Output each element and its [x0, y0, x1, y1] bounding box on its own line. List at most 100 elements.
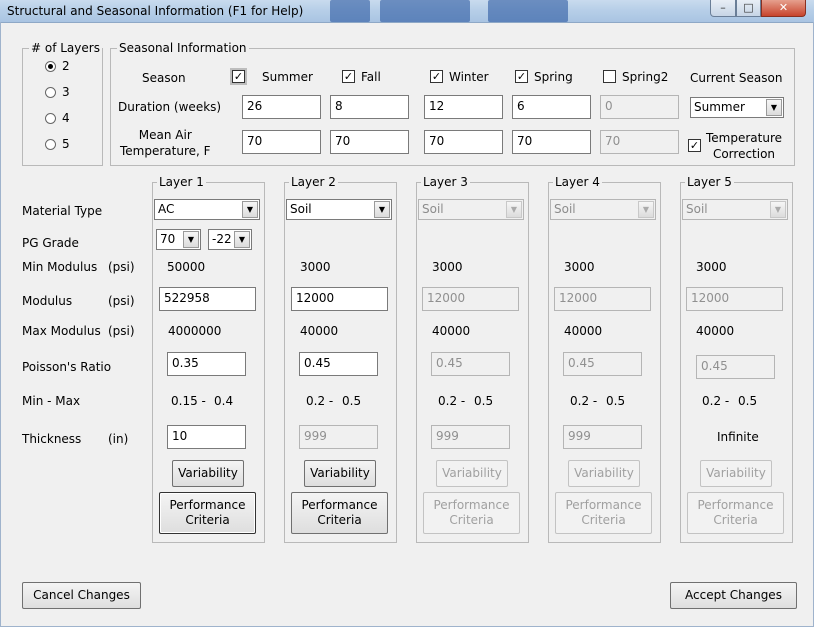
titlebar-decoration — [488, 0, 568, 22]
layer-1-variability-button[interactable]: Variability — [172, 460, 244, 487]
cancel-changes-button[interactable]: Cancel Changes — [22, 582, 141, 609]
layer-1-modulus-input[interactable]: 522958 — [159, 287, 256, 311]
layer-1-performance-criteria-button[interactable]: Performance Criteria — [159, 492, 256, 534]
layer-5-min-modulus: 3000 — [696, 260, 727, 274]
summer-checkbox[interactable]: ✓ — [232, 70, 245, 83]
thickness-label: Thickness — [22, 432, 82, 446]
modulus-unit: (psi) — [108, 294, 135, 308]
temp-correction-checkbox[interactable]: ✓ — [688, 139, 701, 152]
layer-2-material-select[interactable]: Soil ▼ — [286, 199, 392, 220]
layer-5-variability-button: Variability — [700, 460, 772, 487]
layer-2-performance-label: Performance Criteria — [301, 498, 378, 527]
winter-temperature-input[interactable]: 70 — [424, 130, 503, 154]
layer-2-max-value: 0.5 — [342, 394, 362, 408]
layer-1-thickness-input[interactable]: 10 — [167, 425, 246, 449]
layer-1-min-value: 0.15 - — [171, 394, 206, 408]
spring2-checkbox[interactable] — [603, 70, 616, 83]
layers-count-option-label: 3 — [62, 85, 70, 99]
layer-4-modulus-input: 12000 — [554, 287, 651, 311]
layer-1-legend: Layer 1 — [157, 175, 206, 189]
layer-5-thickness-value: Infinite — [717, 430, 759, 444]
chevron-down-icon: ▼ — [766, 99, 782, 116]
chevron-down-icon: ▼ — [242, 201, 258, 218]
layer-1-min-modulus: 50000 — [167, 260, 206, 274]
summer-label: Summer — [262, 70, 313, 84]
layer-5-material-select: Soil ▼ — [682, 199, 788, 220]
layers-count-radio-3[interactable] — [45, 87, 56, 98]
layer-4-legend: Layer 4 — [553, 175, 602, 189]
layer-5-min-value: 0.2 - — [702, 394, 730, 408]
layer-2-max-modulus: 40000 — [300, 324, 339, 338]
layer-3-material-value: Soil — [422, 202, 444, 216]
poisson-label: Poisson's Ratio — [22, 360, 112, 374]
layer-1-material-select[interactable]: AC ▼ — [154, 199, 260, 220]
layers-count-radio-5[interactable] — [45, 139, 56, 150]
layers-count-option-label: 2 — [62, 59, 70, 73]
layer-1-material-value: AC — [158, 202, 175, 216]
layer-3-max-modulus: 40000 — [432, 324, 471, 338]
max-modulus-unit: (psi) — [108, 324, 135, 338]
title-bar[interactable]: Structural and Seasonal Information (F1 … — [0, 0, 814, 23]
layer-4-material-value: Soil — [554, 202, 576, 216]
layer-5-material-value: Soil — [686, 202, 708, 216]
layer-2-variability-button[interactable]: Variability — [304, 460, 376, 487]
layer-1-max-value: 0.4 — [214, 394, 234, 408]
fall-temperature-input[interactable]: 70 — [330, 130, 409, 154]
layer-2-performance-criteria-button[interactable]: Performance Criteria — [291, 492, 388, 534]
spring-checkbox[interactable]: ✓ — [515, 70, 528, 83]
chevron-down-icon: ▼ — [506, 201, 522, 218]
temp-correction-label: Temperature Correction — [706, 131, 783, 161]
fall-checkbox[interactable]: ✓ — [342, 70, 355, 83]
mean-air-temp-label: Mean Air Temperature, F — [120, 128, 211, 158]
spring2-duration-input: 0 — [600, 95, 679, 119]
layers-count-radio-2[interactable] — [45, 61, 56, 72]
accept-changes-button[interactable]: Accept Changes — [670, 582, 797, 609]
min-modulus-unit: (psi) — [108, 260, 135, 274]
layer-1-performance-label: Performance Criteria — [169, 498, 246, 527]
layers-count-option-label: 4 — [62, 111, 70, 125]
layer-5-max-value: 0.5 — [738, 394, 758, 408]
fall-duration-input[interactable]: 8 — [330, 95, 409, 119]
season-label: Season — [142, 71, 186, 85]
layer-4-variability-button: Variability — [568, 460, 640, 487]
seasonal-info-legend: Seasonal Information — [117, 41, 249, 55]
layer-3-material-select: Soil ▼ — [418, 199, 524, 220]
chevron-down-icon: ▼ — [638, 201, 654, 218]
layer-3-thickness-input: 999 — [431, 425, 510, 449]
layer-1-poisson-input[interactable]: 0.35 — [167, 352, 246, 376]
summer-duration-input[interactable]: 26 — [242, 95, 321, 119]
close-button[interactable]: ✕ — [761, 0, 806, 17]
current-season-value: Summer — [694, 100, 745, 114]
layer-5-performance-criteria-button: Performance Criteria — [687, 492, 784, 534]
chevron-down-icon: ▼ — [770, 201, 786, 218]
layer-4-performance-label: Performance Criteria — [565, 498, 642, 527]
layer-4-performance-criteria-button: Performance Criteria — [555, 492, 652, 534]
current-season-select[interactable]: Summer ▼ — [690, 97, 784, 118]
fall-label: Fall — [361, 70, 381, 84]
layer-3-performance-criteria-button: Performance Criteria — [423, 492, 520, 534]
layer-3-min-value: 0.2 - — [438, 394, 466, 408]
layer-3-min-modulus: 3000 — [432, 260, 463, 274]
winter-duration-input[interactable]: 12 — [424, 95, 503, 119]
current-season-label: Current Season — [690, 71, 783, 85]
layer-4-poisson-input: 0.45 — [563, 352, 642, 376]
layer-2-legend: Layer 2 — [289, 175, 338, 189]
min-max-label: Min - Max — [22, 394, 81, 408]
duration-label: Duration (weeks) — [118, 100, 222, 114]
spring-temperature-input[interactable]: 70 — [512, 130, 591, 154]
spring-duration-input[interactable]: 6 — [512, 95, 591, 119]
spring2-temperature-input: 70 — [600, 130, 679, 154]
layers-count-radio-4[interactable] — [45, 113, 56, 124]
min-modulus-label: Min Modulus — [22, 260, 98, 274]
layer-2-modulus-input[interactable]: 12000 — [291, 287, 388, 311]
chevron-down-icon: ▼ — [374, 201, 390, 218]
layer-3-poisson-input: 0.45 — [431, 352, 510, 376]
winter-checkbox[interactable]: ✓ — [430, 70, 443, 83]
layer-5-modulus-input: 12000 — [686, 287, 783, 311]
minimize-button[interactable]: – — [710, 0, 736, 17]
layer-5-max-modulus: 40000 — [696, 324, 735, 338]
maximize-button[interactable]: □ — [736, 0, 761, 17]
layer-4-min-value: 0.2 - — [570, 394, 598, 408]
layer-2-poisson-input[interactable]: 0.45 — [299, 352, 378, 376]
summer-temperature-input[interactable]: 70 — [242, 130, 321, 154]
